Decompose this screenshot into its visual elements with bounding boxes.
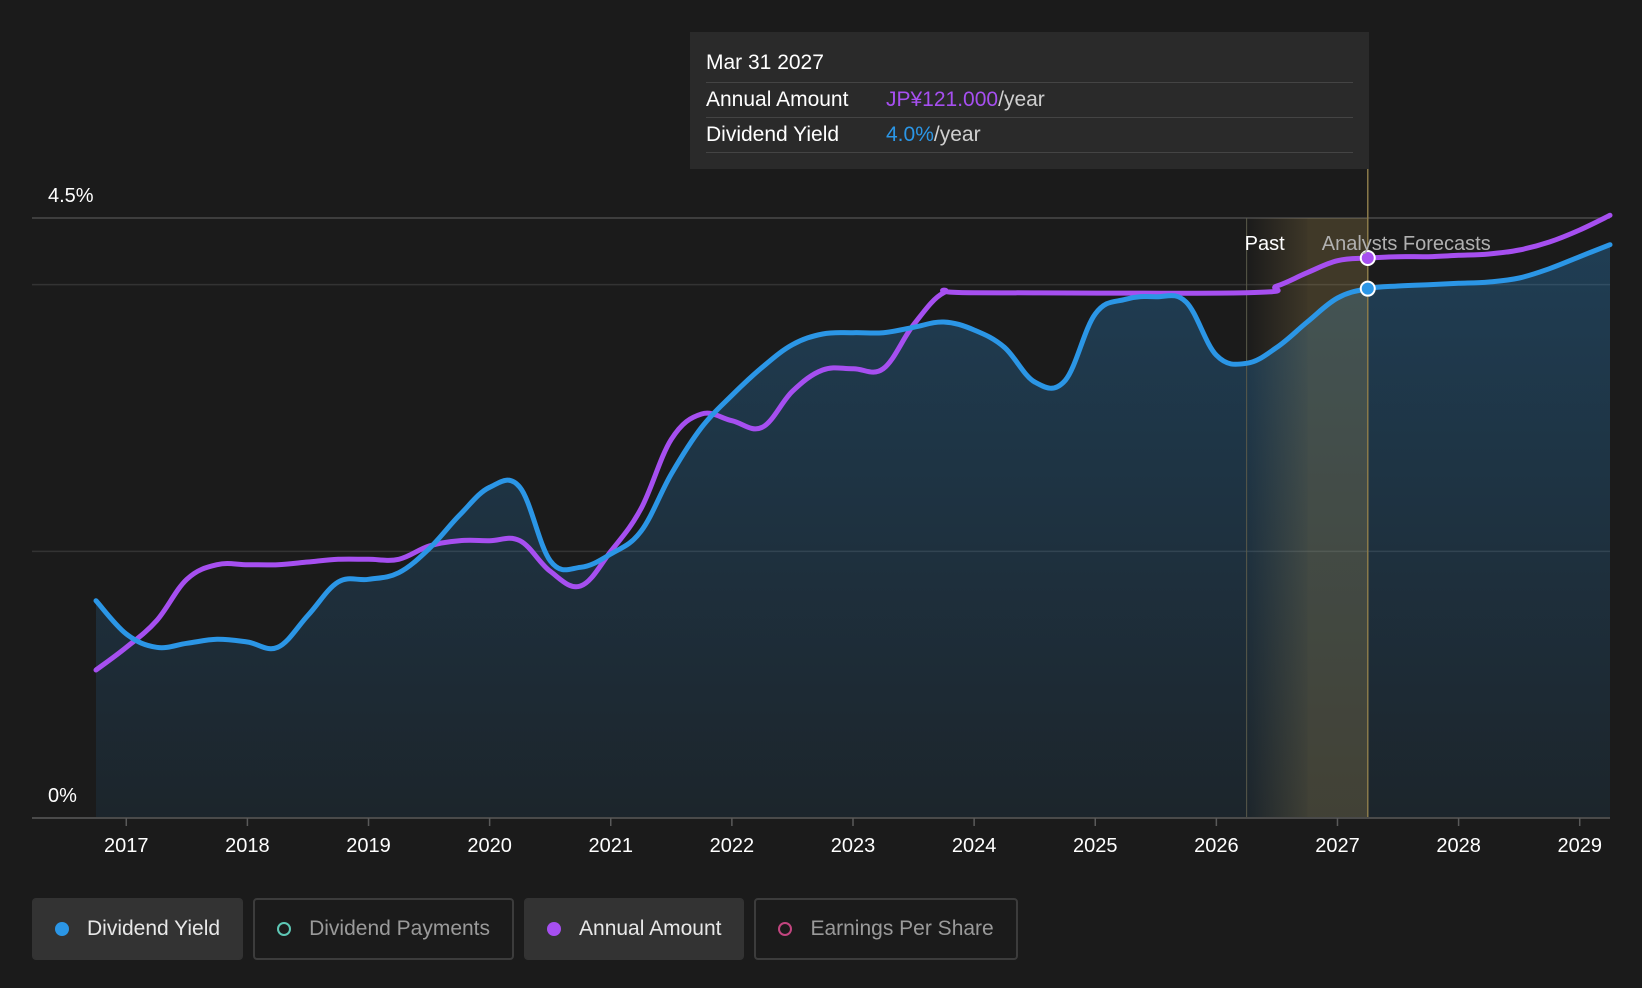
y-axis-label: 0%: [48, 785, 77, 807]
past-fade-band: [1246, 218, 1308, 818]
legend-label: Earnings Per Share: [810, 917, 994, 940]
x-axis-tick-label: 2023: [831, 835, 876, 857]
legend-dividend-yield-button[interactable]: Dividend Yield: [32, 898, 244, 960]
x-axis-tick-label: 2029: [1557, 835, 1602, 857]
legend-label: Dividend Yield: [87, 917, 221, 940]
tooltip-yield-label: Dividend Yield: [706, 123, 840, 146]
x-axis-tick-label: 2026: [1194, 835, 1239, 857]
x-axis-tick-label: 2018: [225, 835, 270, 857]
forecast-band: [1307, 218, 1368, 818]
tooltip-annual-value: JP¥121.000: [886, 88, 999, 111]
legend-label: Annual Amount: [579, 917, 722, 940]
x-axis-tick-label: 2028: [1436, 835, 1481, 857]
chart-tooltip: Mar 31 2027 Annual Amount JP¥121.000 /ye…: [690, 32, 1369, 169]
past-region-label: Past: [1245, 233, 1285, 255]
x-axis-tick-label: 2019: [346, 835, 391, 857]
dividend-yield-marker: [1359, 280, 1376, 297]
tooltip-date-row: Mar 31 2027: [706, 44, 1353, 83]
x-axis-tick-label: 2021: [589, 835, 634, 857]
x-axis-tick-label: 2022: [710, 835, 755, 857]
legend-dot-icon: [547, 922, 562, 936]
tooltip-yield-row: Dividend Yield 4.0% /year: [706, 118, 1353, 153]
x-axis-tick-label: 2025: [1073, 835, 1118, 857]
y-axis-label: 4.5%: [48, 185, 94, 207]
legend-ring-icon: [277, 922, 292, 936]
x-axis-tick-label: 2027: [1315, 835, 1360, 857]
dividend-chart: Past Analysts Forecasts 4.5% 0% 2017 2018 2019…: [0, 0, 1642, 988]
tooltip-annual-unit: /year: [998, 88, 1045, 111]
tooltip-annual-row: Annual Amount JP¥121.000 /year: [706, 83, 1353, 118]
x-axis-tick-label: 2024: [952, 835, 997, 857]
chart-legend: Dividend Yield Dividend Payments Annual …: [32, 898, 1018, 960]
forecast-region-label: Analysts Forecasts: [1322, 233, 1491, 255]
legend-label: Dividend Payments: [309, 917, 491, 940]
legend-ring-icon: [778, 922, 793, 936]
x-axis-tick-label: 2020: [467, 835, 512, 857]
legend-earnings-per-share-button[interactable]: Earnings Per Share: [754, 898, 1018, 960]
tooltip-yield-unit: /year: [933, 123, 981, 146]
legend-dividend-payments-button[interactable]: Dividend Payments: [253, 898, 515, 960]
legend-dot-icon: [55, 922, 69, 936]
x-axis-tick-label: 2017: [104, 835, 149, 857]
tooltip-annual-label: Annual Amount: [706, 88, 849, 111]
legend-annual-amount-button[interactable]: Annual Amount: [524, 898, 745, 960]
tooltip-date: Mar 31 2027: [706, 51, 824, 74]
tooltip-yield-value: 4.0%: [886, 123, 934, 146]
